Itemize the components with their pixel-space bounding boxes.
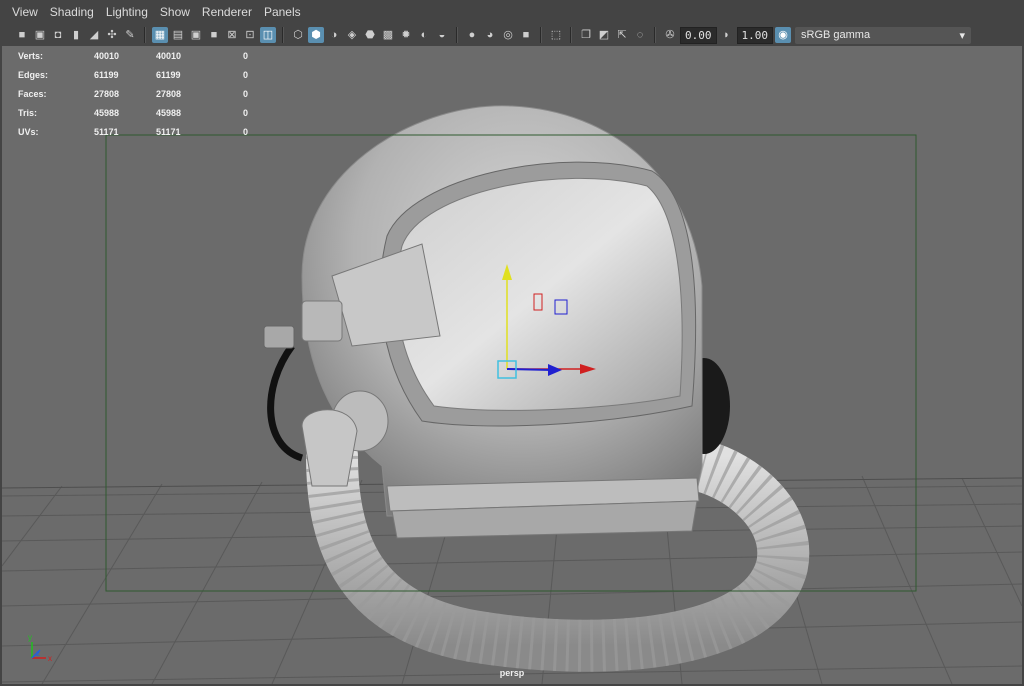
hud-value: 61199 [156,69,181,80]
hud-label: Verts: [18,50,44,61]
axis-y-label: y [28,633,32,642]
hud-value: 45988 [156,107,182,118]
isolate-select-icon[interactable]: ⬚ [548,27,564,43]
two-d-pan-icon[interactable]: ✣ [104,27,120,43]
default-material-icon[interactable]: ◑ [326,27,342,43]
hud-value: 0 [242,69,248,80]
safe-title-icon[interactable]: ◫ [260,27,276,43]
color-management-icon[interactable]: ◉ [775,27,791,43]
panel-menubar: View Shading Lighting Show Renderer Pane… [0,0,1024,24]
hud-label: Tris: [18,107,38,118]
hud-value: 27808 [156,88,182,99]
toolbar-separator [540,27,542,43]
color-management-value: sRGB gamma [801,29,871,41]
color-management-dropdown[interactable]: sRGB gamma ▾ [795,26,971,44]
wireframe-on-shaded-icon[interactable]: ◈ [344,27,360,43]
viewport-3d[interactable]: Verts: 40010 40010 0 Edges: 61199 61199 … [2,46,1022,684]
hud-toggle-icon[interactable]: ⇱ [614,27,630,43]
xray-joints-icon[interactable]: ❐ [578,27,594,43]
wireframe-icon[interactable]: ⬡ [290,27,306,43]
axis-z-label: z [36,649,40,658]
menu-panels[interactable]: Panels [260,5,309,19]
menu-shading[interactable]: Shading [46,5,102,19]
panel-toolbar: ■ ▣ ◘ ▮ ◢ ✣ ✎ ▦ ▤ ▣ ■ ⊠ ⊡ ◫ ⬡ ⬢ ◑ ◈ ⬣ ▩ … [0,24,1024,46]
gamma-icon[interactable]: ◗ [719,27,735,43]
screen-space-ao-icon[interactable]: ● [464,27,480,43]
viewport-2-icon[interactable]: ◌ [632,27,648,43]
field-chart-icon[interactable]: ⊠ [224,27,240,43]
hud-label: Faces: [18,88,47,99]
hud-value: 51171 [156,126,181,137]
toolbar-separator [282,27,284,43]
image-plane-icon[interactable]: ◢ [86,27,102,43]
gamma-field[interactable]: 1.00 [736,26,773,44]
hud-value: 61199 [94,69,119,80]
textured-icon[interactable]: ▩ [380,27,396,43]
hud-value: 0 [242,50,248,61]
smooth-shade-icon[interactable]: ⬢ [308,27,324,43]
grease-pencil-icon[interactable]: ✎ [122,27,138,43]
hud-row: UVs: 51171 51171 0 [18,122,248,141]
hud-row: Faces: 27808 27808 0 [18,84,248,103]
hud-value: 51171 [94,126,119,137]
hud-label: UVs: [18,126,39,137]
exposure-field[interactable]: 0.00 [680,26,717,44]
hud-row: Edges: 61199 61199 0 [18,65,248,84]
xray-icon[interactable]: ⬣ [362,27,378,43]
hud-value: 0 [242,88,248,99]
gate-mask-icon[interactable]: ■ [206,27,222,43]
hud-value: 0 [242,107,248,118]
camera-name-label: persp [499,668,525,678]
hud-value: 0 [242,126,248,137]
hud-value: 45988 [94,107,120,118]
toolbar-separator [654,27,656,43]
exposure-icon[interactable]: ✇ [662,27,678,43]
toolbar-separator [144,27,146,43]
safe-action-icon[interactable]: ⊡ [242,27,258,43]
anti-aliasing-icon[interactable]: ◎ [500,27,516,43]
manip-z-axis[interactable] [506,368,553,371]
camera-lock-icon[interactable]: ◘ [50,27,66,43]
grid-icon[interactable]: ▦ [152,27,168,43]
depth-of-field-icon[interactable]: ■ [518,27,534,43]
view-axis-indicator: x y z [28,633,52,663]
film-gate-icon[interactable]: ▤ [170,27,186,43]
chevron-down-icon: ▾ [959,29,965,42]
oxygen-port [301,390,389,487]
toolbar-separator [456,27,458,43]
menu-view[interactable]: View [8,5,46,19]
toolbar-separator [570,27,572,43]
hud-value: 40010 [156,50,182,61]
maya-viewport-panel: View Shading Lighting Show Renderer Pane… [0,0,1024,686]
black-cable [267,343,304,462]
menu-renderer[interactable]: Renderer [198,5,260,19]
use-all-lights-icon[interactable]: ✹ [398,27,414,43]
bookmark-icon[interactable]: ▮ [68,27,84,43]
hud-row: Verts: 40010 40010 0 [18,46,248,65]
axis-x-label: x [48,654,52,663]
hud-value: 27808 [94,88,120,99]
poly-count-hud: Verts: 40010 40010 0 Edges: 61199 61199 … [18,46,248,141]
hud-value: 40010 [94,50,120,61]
menu-show[interactable]: Show [156,5,198,19]
resolution-gate-icon[interactable]: ▣ [188,27,204,43]
select-camera-icon[interactable]: ■ [14,27,30,43]
lights-icon[interactable]: ◒ [434,27,450,43]
menu-lighting[interactable]: Lighting [102,5,156,19]
hud-row: Tris: 45988 45988 0 [18,103,248,122]
motion-blur-icon[interactable]: ◕ [482,27,498,43]
shadows-icon[interactable]: ◐ [416,27,432,43]
scene-render: x y z [2,105,1022,684]
hud-label: Edges: [18,69,49,80]
xray-active-icon[interactable]: ◩ [596,27,612,43]
camera-attributes-icon[interactable]: ▣ [32,27,48,43]
